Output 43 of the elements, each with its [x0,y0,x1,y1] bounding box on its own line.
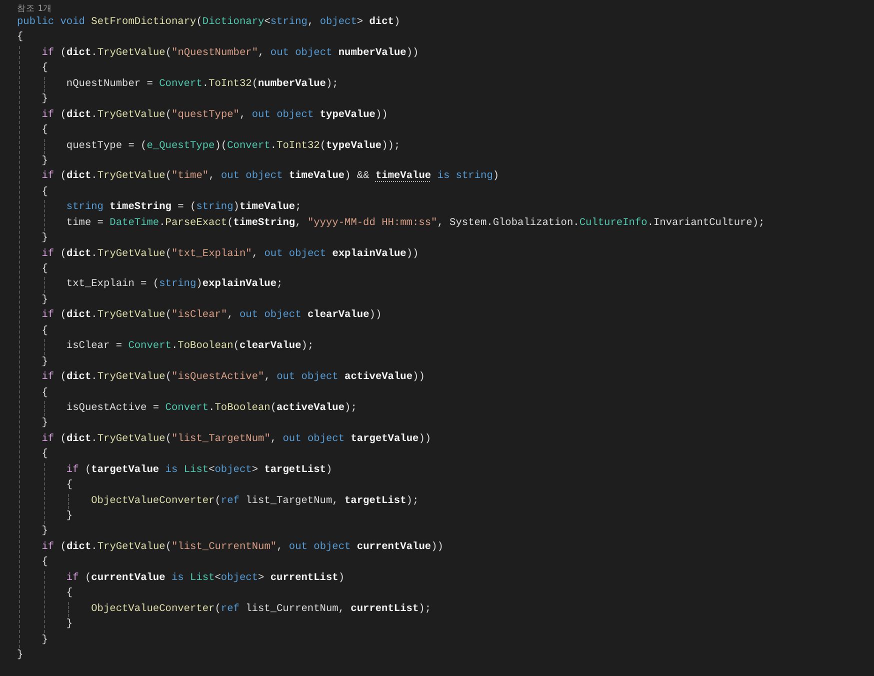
code-line: } [42,354,48,370]
code-line: if (dict.TryGetValue("txt_Explain", out object explainValue)) [42,246,419,262]
code-line: if (dict.TryGetValue("isQuestActive", out object activeValue)) [42,370,425,386]
reference-count-link[interactable]: 참조 1개 [17,3,52,15]
code-line: { [42,324,48,339]
code-line: ObjectValueConverter(ref list_TargetNum, targetList); [91,494,419,509]
code-line: if (currentValue is List<object> currentList) [66,570,345,586]
code-line: { [42,184,48,200]
code-line: if (dict.TryGetValue("time", out object timeValue) && timeValue is string) [42,169,500,184]
code-line: } [42,231,48,246]
code-line: } [42,154,48,169]
code-line: } [42,632,48,648]
code-line: if (dict.TryGetValue("nQuestNumber", out object numberValue)) [42,46,419,61]
code-line: time = DateTime.ParseExact(timeString, "yyyy-MM-dd HH:mm:ss", System.Globalization.CultureInfo.InvariantCulture); [66,216,765,231]
code-line: } [17,648,24,663]
code-line: isClear = Convert.ToBoolean(clearValue); [66,339,314,354]
code-line: ObjectValueConverter(ref list_CurrentNum, currentList); [91,602,431,617]
code-line: { [42,447,48,462]
code-line: isQuestActive = Convert.ToBoolean(activeValue); [66,400,357,416]
code-line: txt_Explain = (string)explainValue; [66,277,283,292]
code-line: } [66,509,73,524]
code-line: if (dict.TryGetValue("list_TargetNum", out object targetValue)) [42,432,432,447]
code-line: { [42,123,48,138]
code-line: } [42,524,48,540]
code-line: public void SetFromDictionary(Dictionary<string, object> dict) [17,15,400,30]
code-line: { [42,262,48,277]
code-line: { [42,386,48,400]
code-line: questType = (e_QuestType)(Convert.ToInt32(typeValue)); [66,138,400,154]
code-line: { [66,586,73,602]
code-line: { [42,555,48,570]
code-line: { [42,61,48,76]
code-line: string timeString = (string)timeValue; [66,200,302,216]
code-line: nQuestNumber = Convert.ToInt32(numberValue); [66,76,338,92]
code-line: } [42,416,48,432]
code-line: if (targetValue is List<object> targetList) [66,462,332,478]
code-line: { [66,478,73,494]
code-line: if (dict.TryGetValue("questType", out object typeValue)) [42,108,388,123]
code-line: } [66,617,73,632]
code-line: if (dict.TryGetValue("isClear", out object clearValue)) [42,308,382,324]
code-line: if (dict.TryGetValue("list_CurrentNum", out object currentValue)) [42,540,444,555]
code-line: } [42,292,48,308]
code-line: } [42,92,48,108]
code-line: { [17,30,24,46]
